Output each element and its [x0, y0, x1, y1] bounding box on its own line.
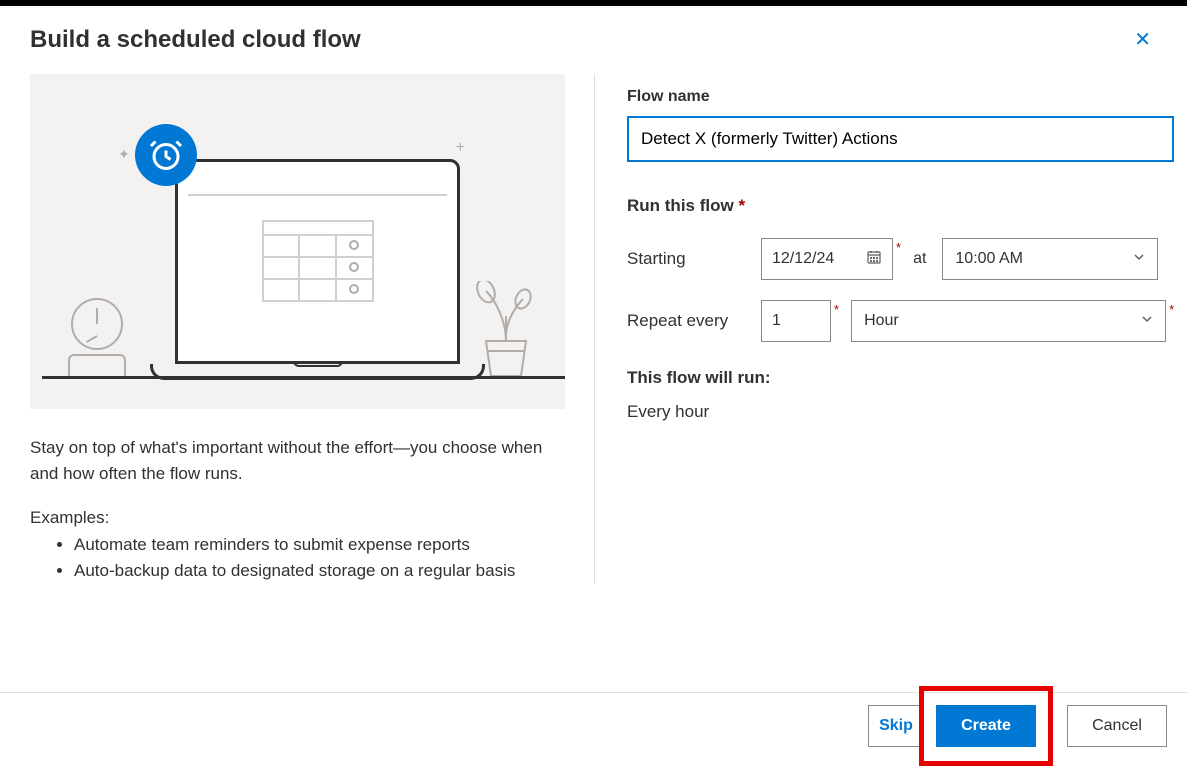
repeat-count-input[interactable]: 1 [761, 300, 831, 342]
run-flow-label: Run this flow * [627, 196, 1174, 216]
scheduled-flow-dialog: Build a scheduled cloud flow ✕ ✦ + [0, 6, 1187, 758]
close-button[interactable]: ✕ [1130, 26, 1155, 54]
examples-list: Automate team reminders to submit expens… [30, 532, 564, 585]
plus-decoration-icon: + [456, 139, 465, 157]
right-pane: Flow name Run this flow * Starting 12/12… [595, 74, 1174, 584]
starting-time-select[interactable]: 10:00 AM [942, 238, 1158, 280]
date-value: 12/12/24 [772, 250, 834, 268]
create-button[interactable]: Create [936, 705, 1036, 747]
summary-label: This flow will run: [627, 368, 1174, 388]
starting-row: Starting 12/12/24 * at 10:00 [627, 238, 1174, 280]
repeat-row: Repeat every 1 * Hour * [627, 300, 1174, 342]
cancel-button[interactable]: Cancel [1067, 705, 1167, 747]
starting-date-input[interactable]: 12/12/24 [761, 238, 893, 280]
time-value: 10:00 AM [955, 250, 1023, 268]
examples-label: Examples: [30, 508, 564, 528]
illustration: ✦ + [30, 74, 565, 409]
example-item: Automate team reminders to submit expens… [74, 532, 564, 558]
sparkle-icon: ✦ [118, 146, 130, 163]
chevron-down-icon [1133, 250, 1145, 268]
flow-name-label: Flow name [627, 88, 1174, 106]
repeat-unit-select[interactable]: Hour [851, 300, 1166, 342]
description-text: Stay on top of what's important without … [30, 435, 564, 488]
plant-icon [461, 281, 551, 376]
dialog-title: Build a scheduled cloud flow [30, 26, 361, 54]
wall-clock-icon [66, 298, 128, 376]
summary-text: Every hour [627, 402, 1174, 422]
create-button-highlight: Create [919, 686, 1053, 766]
unit-value: Hour [864, 312, 899, 330]
dialog-footer: Skip Create Cancel [0, 692, 1187, 758]
example-item: Auto-backup data to designated storage o… [74, 558, 564, 584]
starting-label: Starting [627, 249, 761, 269]
repeat-label: Repeat every [627, 311, 761, 331]
laptop-illustration [150, 159, 485, 380]
skip-button[interactable]: Skip [868, 705, 924, 747]
dialog-body: ✦ + [0, 54, 1187, 584]
at-label: at [913, 250, 926, 268]
calendar-icon [866, 249, 882, 270]
dialog-header: Build a scheduled cloud flow ✕ [0, 6, 1187, 54]
alarm-clock-icon [135, 124, 197, 186]
flow-name-input[interactable] [627, 116, 1174, 162]
chevron-down-icon [1141, 312, 1153, 330]
left-pane: ✦ + [30, 74, 595, 584]
close-icon: ✕ [1134, 29, 1151, 51]
